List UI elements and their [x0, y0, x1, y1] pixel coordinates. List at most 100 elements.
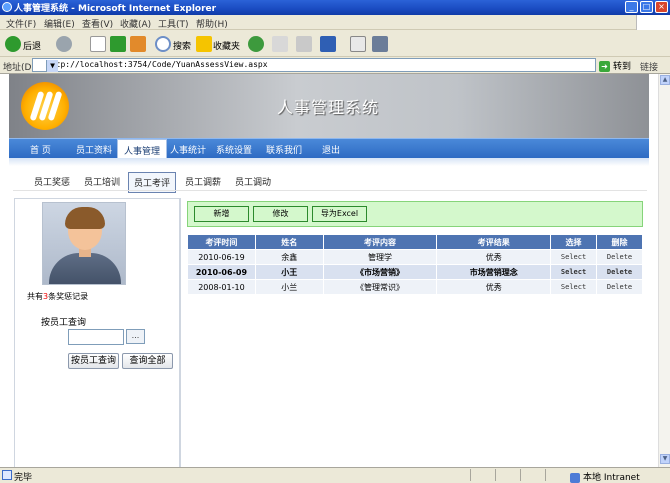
maximize-button[interactable]: □ — [640, 1, 653, 13]
header-result: 考评结果 — [436, 234, 552, 250]
cell-date: 2010-06-09 — [187, 264, 256, 280]
content-panel: 新增 修改 导为Excel 考评时间 姓名 考评内容 考评结果 选择 删除 20… — [180, 198, 648, 467]
divider — [545, 469, 546, 481]
record-count-text: 共有3条奖惩记录 — [27, 292, 89, 301]
nav-hr-statistics[interactable]: 人事统计 — [170, 143, 206, 156]
menu-favorites[interactable]: 收藏(A) — [120, 17, 151, 30]
back-icon[interactable] — [5, 36, 21, 52]
table-row: 2008-01-10 小兰 《管理常识》 优秀 Select Delete — [187, 279, 643, 295]
divider — [495, 469, 496, 481]
go-label[interactable]: 转到 — [613, 62, 631, 72]
address-bar: 地址(D) http://localhost:3754/Code/YuanAss… — [0, 57, 670, 74]
table-row: 2010-06-09 小王 《市场营销》 市场营销理念 Select Delet… — [187, 264, 643, 280]
print-icon[interactable] — [296, 36, 312, 52]
delete-link[interactable]: Delete — [596, 279, 643, 295]
query-all-button[interactable]: 查询全部 — [122, 353, 173, 369]
cell-name: 小兰 — [254, 279, 324, 295]
cell-content: 管理学 — [322, 249, 438, 265]
cell-content: 《市场营销》 — [322, 264, 438, 280]
messenger-icon[interactable] — [372, 36, 388, 52]
go-button[interactable]: ➜ 转到 — [599, 59, 631, 72]
table-row: 2010-06-19 余鑫 管理学 优秀 Select Delete — [187, 249, 643, 265]
status-bar: 完毕 本地 Intranet — [0, 467, 670, 483]
nav-home[interactable]: 首 页 — [30, 143, 51, 156]
browse-button[interactable]: ... — [126, 329, 145, 344]
address-input[interactable]: http://localhost:3754/Code/YuanAssessVie… — [32, 58, 596, 72]
site-header: 人事管理系统 — [9, 74, 649, 138]
main-nav: 首 页 员工资料 人事管理 人事统计 系统设置 联系我们 退出 — [9, 138, 649, 160]
export-excel-button[interactable]: 导为Excel — [312, 206, 367, 222]
address-label: 地址(D) — [3, 63, 35, 73]
go-arrow-icon: ➜ — [599, 61, 610, 72]
security-zone: 本地 Intranet — [570, 470, 640, 483]
search-icon[interactable] — [155, 36, 171, 52]
close-button[interactable]: × — [655, 1, 668, 13]
menu-file[interactable]: 文件(F) — [6, 17, 36, 30]
cell-result: 优秀 — [436, 249, 552, 265]
menu-bar: 文件(F) 编辑(E) 查看(V) 收藏(A) 工具(T) 帮助(H) — [0, 15, 670, 30]
nav-contact-us[interactable]: 联系我们 — [266, 143, 302, 156]
forward-icon[interactable] — [56, 36, 72, 52]
left-panel: 共有3条奖惩记录 按员工查询 ... 按员工查询 查询全部 — [14, 198, 180, 467]
menu-edit[interactable]: 编辑(E) — [44, 17, 75, 30]
back-label[interactable]: 后退 — [23, 39, 41, 52]
subtab-rewards[interactable]: 员工奖惩 — [34, 175, 70, 188]
delete-link[interactable]: Delete — [596, 249, 643, 265]
select-link[interactable]: Select — [550, 249, 598, 265]
address-url[interactable]: http://localhost:3754/Code/YuanAssessVie… — [46, 60, 268, 69]
mail-icon[interactable] — [272, 36, 288, 52]
favorites-star-icon[interactable] — [196, 36, 212, 52]
nav-logout[interactable]: 退出 — [322, 143, 340, 156]
nav-employee-info[interactable]: 员工资料 — [76, 143, 112, 156]
menu-view[interactable]: 查看(V) — [82, 17, 113, 30]
links-button[interactable]: 链接 — [640, 60, 658, 73]
cell-name: 余鑫 — [254, 249, 324, 265]
header-select: 选择 — [550, 234, 598, 250]
page-viewport: 人事管理系统 首 页 员工资料 人事管理 人事统计 系统设置 联系我们 退出 员… — [0, 74, 658, 467]
query-employee-button[interactable]: 按员工查询 — [68, 353, 119, 369]
chevron-down-icon[interactable]: ▼ — [46, 60, 58, 72]
favorites-label[interactable]: 收藏夹 — [213, 39, 240, 52]
assessment-table: 考评时间 姓名 考评内容 考评结果 选择 删除 2010-06-19 余鑫 管理… — [187, 234, 643, 295]
scroll-down-icon[interactable]: ▼ — [660, 454, 670, 464]
subtab-training[interactable]: 员工培训 — [84, 175, 120, 188]
word-icon[interactable] — [320, 36, 336, 52]
add-button[interactable]: 新增 — [194, 206, 249, 222]
windows-logo-icon — [636, 15, 670, 30]
cell-date: 2010-06-19 — [187, 249, 256, 265]
minimize-button[interactable]: _ — [625, 1, 638, 13]
search-label[interactable]: 搜索 — [173, 39, 191, 52]
logo-icon — [21, 82, 69, 130]
select-link[interactable]: Select — [550, 264, 598, 280]
avatar — [42, 202, 126, 285]
header-date: 考评时间 — [187, 234, 256, 250]
select-link[interactable]: Select — [550, 279, 598, 295]
cell-content: 《管理常识》 — [322, 279, 438, 295]
header-name: 姓名 — [254, 234, 324, 250]
menu-help[interactable]: 帮助(H) — [196, 17, 228, 30]
window-title: 人事管理系统 - Microsoft Internet Explorer — [14, 4, 217, 14]
menu-tools[interactable]: 工具(T) — [158, 17, 189, 30]
cell-date: 2008-01-10 — [187, 279, 256, 295]
cell-name: 小王 — [254, 264, 324, 280]
title-bar: 人事管理系统 - Microsoft Internet Explorer _ □… — [0, 0, 670, 15]
subtab-salary-adjust[interactable]: 员工调薪 — [185, 175, 221, 188]
scroll-up-icon[interactable]: ▲ — [660, 75, 670, 85]
home-icon[interactable] — [130, 36, 146, 52]
stop-icon[interactable] — [90, 36, 106, 52]
subtab-transfer[interactable]: 员工调动 — [235, 175, 271, 188]
discuss-icon[interactable] — [350, 36, 366, 52]
site-title: 人事管理系统 — [277, 98, 380, 117]
header-delete: 删除 — [596, 234, 643, 250]
refresh-icon[interactable] — [110, 36, 126, 52]
nav-system-settings[interactable]: 系统设置 — [216, 143, 252, 156]
employee-search-input[interactable] — [68, 329, 124, 345]
edit-button[interactable]: 修改 — [253, 206, 308, 222]
vertical-scrollbar[interactable]: ▲ ▼ — [658, 74, 670, 467]
ie-icon — [2, 2, 12, 12]
delete-link[interactable]: Delete — [596, 264, 643, 280]
nav-hr-management[interactable]: 人事管理 — [117, 139, 168, 160]
intranet-icon — [570, 472, 580, 483]
toolbar: 后退 搜索 收藏夹 — [0, 31, 670, 57]
history-icon[interactable] — [248, 36, 264, 52]
